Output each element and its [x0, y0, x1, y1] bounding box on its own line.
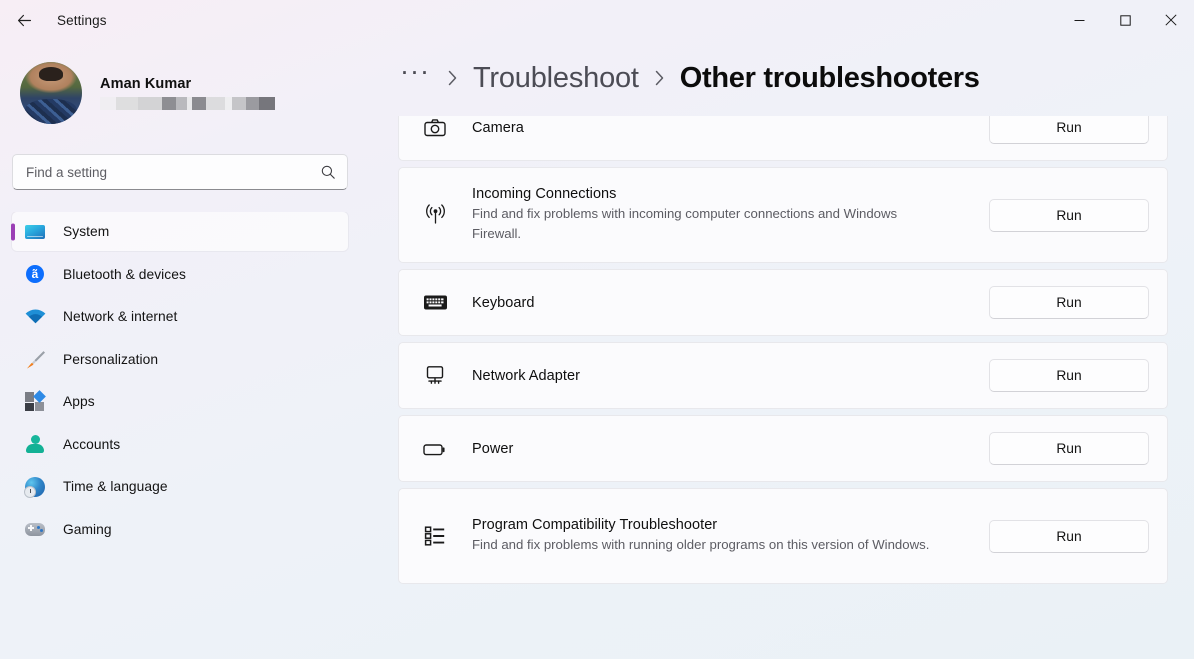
- monitor-icon: [24, 221, 46, 243]
- battery-icon: [418, 440, 452, 458]
- troubleshooter-title: Incoming Connections: [472, 186, 975, 202]
- run-button[interactable]: Run: [989, 116, 1149, 144]
- sidebar-item-network-internet[interactable]: Network & internet: [12, 297, 348, 336]
- main-pane: ··· Troubleshoot Other troubleshooters: [372, 40, 1194, 659]
- wifi-icon: [24, 306, 46, 328]
- window-body: Aman Kumar: [0, 40, 1194, 659]
- person-icon: [24, 433, 46, 455]
- sidebar-item-gaming[interactable]: Gaming: [12, 510, 348, 549]
- close-button[interactable]: [1148, 0, 1194, 40]
- search-container: [12, 154, 348, 190]
- title-bar: Settings: [0, 0, 1194, 40]
- search-input[interactable]: [12, 154, 348, 190]
- account-name: Aman Kumar: [100, 76, 275, 92]
- troubleshooter-title: Network Adapter: [472, 368, 975, 384]
- sidebar: Aman Kumar: [0, 40, 372, 659]
- breadcrumb-overflow-button[interactable]: ···: [398, 58, 432, 85]
- sidebar-nav: System ã Bluetooth & devices Network & i…: [0, 212, 360, 659]
- arrow-left-icon: [16, 12, 33, 29]
- paintbrush-icon: [24, 348, 46, 370]
- troubleshooter-title: Program Compatibility Troubleshooter: [472, 517, 975, 533]
- account-text: Aman Kumar: [100, 76, 275, 110]
- run-button[interactable]: Run: [989, 199, 1149, 232]
- troubleshooter-row[interactable]: Program Compatibility Troubleshooter Fin…: [398, 488, 1168, 584]
- keyboard-icon: [418, 293, 452, 312]
- troubleshooter-text: Incoming Connections Find and fix proble…: [472, 186, 989, 245]
- sidebar-item-label: Personalization: [63, 352, 158, 367]
- avatar-shirt: [25, 99, 77, 124]
- bluetooth-icon: ã: [24, 263, 46, 285]
- troubleshooter-row[interactable]: Keyboard Run: [398, 269, 1168, 336]
- sidebar-item-label: Time & language: [63, 479, 168, 494]
- troubleshooter-text: Program Compatibility Troubleshooter Fin…: [472, 517, 989, 556]
- camera-icon: [418, 116, 452, 140]
- gamepad-icon: [24, 518, 46, 540]
- antenna-icon: [418, 203, 452, 228]
- back-button[interactable]: [6, 4, 42, 36]
- maximize-button[interactable]: [1102, 0, 1148, 40]
- run-button[interactable]: Run: [989, 286, 1149, 319]
- avatar-hair: [39, 67, 64, 81]
- sidebar-item-label: Accounts: [63, 437, 120, 452]
- troubleshooter-row[interactable]: Camera Run: [398, 116, 1168, 161]
- sidebar-item-label: Bluetooth & devices: [63, 267, 186, 282]
- window-title: Settings: [57, 13, 107, 28]
- troubleshooter-title: Power: [472, 441, 975, 457]
- checklist-icon: [418, 525, 452, 547]
- window-controls: [1056, 0, 1194, 40]
- troubleshooter-text: Camera: [472, 120, 989, 136]
- sidebar-item-bluetooth-devices[interactable]: ã Bluetooth & devices: [12, 255, 348, 294]
- troubleshooter-list-scroll[interactable]: Camera Run: [372, 116, 1194, 659]
- breadcrumb: ··· Troubleshoot Other troubleshooters: [372, 40, 1194, 116]
- sidebar-item-system[interactable]: System: [12, 212, 348, 251]
- account-block[interactable]: Aman Kumar: [20, 60, 360, 126]
- apps-icon: [24, 391, 46, 413]
- troubleshooter-description: Find and fix problems with incoming comp…: [472, 204, 942, 245]
- network-adapter-icon: [418, 364, 452, 388]
- sidebar-item-label: Gaming: [63, 522, 112, 537]
- troubleshooter-text: Keyboard: [472, 295, 989, 311]
- settings-window: Settings: [0, 0, 1194, 659]
- avatar[interactable]: [20, 62, 82, 124]
- maximize-icon: [1120, 15, 1131, 26]
- sidebar-item-label: System: [63, 224, 109, 239]
- minimize-icon: [1074, 15, 1085, 26]
- troubleshooter-list: Camera Run: [398, 116, 1168, 584]
- troubleshooter-row[interactable]: Network Adapter Run: [398, 342, 1168, 409]
- run-button[interactable]: Run: [989, 359, 1149, 392]
- sidebar-item-label: Apps: [63, 394, 95, 409]
- sidebar-item-accounts[interactable]: Accounts: [12, 425, 348, 464]
- troubleshooter-title: Keyboard: [472, 295, 975, 311]
- troubleshooter-text: Network Adapter: [472, 368, 989, 384]
- sidebar-item-time-language[interactable]: Time & language: [12, 467, 348, 506]
- sidebar-item-personalization[interactable]: Personalization: [12, 340, 348, 379]
- troubleshooter-row[interactable]: Incoming Connections Find and fix proble…: [398, 167, 1168, 263]
- page-title: Other troubleshooters: [680, 62, 980, 95]
- minimize-button[interactable]: [1056, 0, 1102, 40]
- troubleshooter-description: Find and fix problems with running older…: [472, 535, 942, 556]
- troubleshooter-row[interactable]: Power Run: [398, 415, 1168, 482]
- sidebar-item-apps[interactable]: Apps: [12, 382, 348, 421]
- close-icon: [1165, 14, 1177, 26]
- globe-clock-icon: [24, 476, 46, 498]
- chevron-right-icon: [653, 68, 666, 88]
- run-button[interactable]: Run: [989, 520, 1149, 553]
- chevron-right-icon: [446, 68, 459, 88]
- sidebar-item-label: Network & internet: [63, 309, 177, 324]
- troubleshooter-text: Power: [472, 441, 989, 457]
- account-email-redacted: [100, 97, 275, 110]
- troubleshooter-title: Camera: [472, 120, 975, 136]
- breadcrumb-link-troubleshoot[interactable]: Troubleshoot: [473, 62, 639, 95]
- run-button[interactable]: Run: [989, 432, 1149, 465]
